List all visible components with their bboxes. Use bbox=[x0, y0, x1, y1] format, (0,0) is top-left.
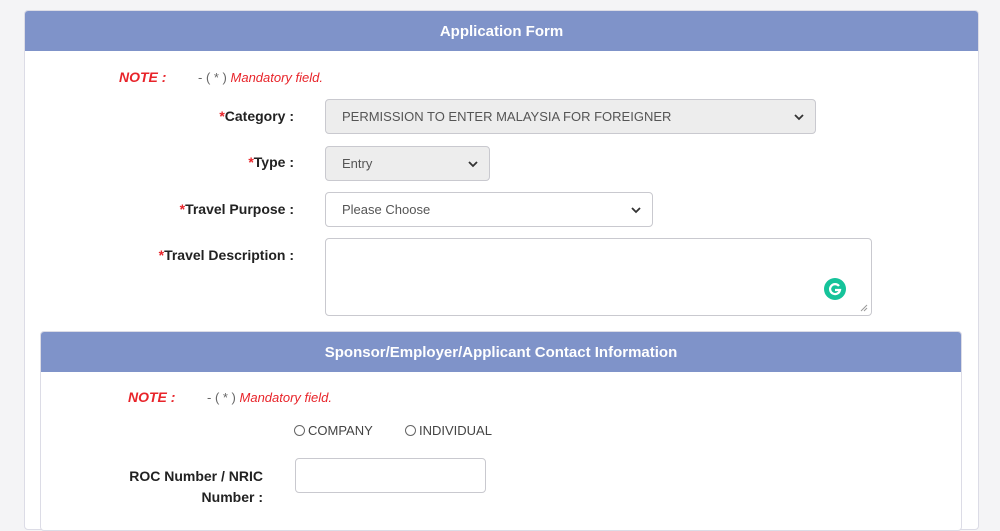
contact-mandatory-note: - ( * ) Mandatory field. bbox=[207, 390, 333, 405]
type-select[interactable]: Entry bbox=[325, 146, 490, 181]
contact-note-label: NOTE : bbox=[128, 389, 176, 405]
type-select-value: Entry bbox=[342, 156, 373, 171]
application-form-header: Application Form bbox=[25, 11, 978, 51]
contact-info-title: Sponsor/Employer/Applicant Contact Infor… bbox=[324, 343, 678, 361]
chevron-down-icon bbox=[794, 113, 804, 120]
application-form-title: Application Form bbox=[439, 22, 564, 40]
grammarly-icon[interactable] bbox=[824, 278, 846, 300]
resize-handle-icon[interactable] bbox=[860, 304, 868, 312]
contact-info-header: Sponsor/Employer/Applicant Contact Infor… bbox=[41, 332, 961, 372]
individual-radio-option[interactable]: INDIVIDUAL bbox=[405, 423, 492, 438]
chevron-down-icon bbox=[468, 160, 478, 167]
roc-number-input[interactable] bbox=[295, 458, 486, 493]
note-label: NOTE : bbox=[119, 69, 167, 85]
individual-radio[interactable] bbox=[405, 425, 416, 436]
type-label: *Type : bbox=[248, 154, 294, 170]
roc-number-label: ROC Number / NRIC Number : bbox=[129, 468, 263, 505]
travel-description-label: *Travel Description : bbox=[158, 247, 294, 263]
company-radio[interactable] bbox=[294, 425, 305, 436]
travel-purpose-label: *Travel Purpose : bbox=[179, 201, 294, 217]
company-radio-label: COMPANY bbox=[308, 423, 373, 438]
travel-purpose-select[interactable]: Please Choose bbox=[325, 192, 653, 227]
category-label: *Category : bbox=[219, 108, 294, 124]
mandatory-note: - ( * ) Mandatory field. bbox=[198, 70, 324, 85]
category-select[interactable]: PERMISSION TO ENTER MALAYSIA FOR FOREIGN… bbox=[325, 99, 816, 134]
travel-description-textarea[interactable] bbox=[325, 238, 872, 316]
category-select-value: PERMISSION TO ENTER MALAYSIA FOR FOREIGN… bbox=[342, 109, 672, 124]
chevron-down-icon bbox=[631, 206, 641, 213]
individual-radio-label: INDIVIDUAL bbox=[419, 423, 492, 438]
contact-info-panel: Sponsor/Employer/Applicant Contact Infor… bbox=[40, 331, 962, 531]
company-radio-option[interactable]: COMPANY bbox=[294, 423, 373, 438]
travel-purpose-select-value: Please Choose bbox=[342, 202, 431, 217]
